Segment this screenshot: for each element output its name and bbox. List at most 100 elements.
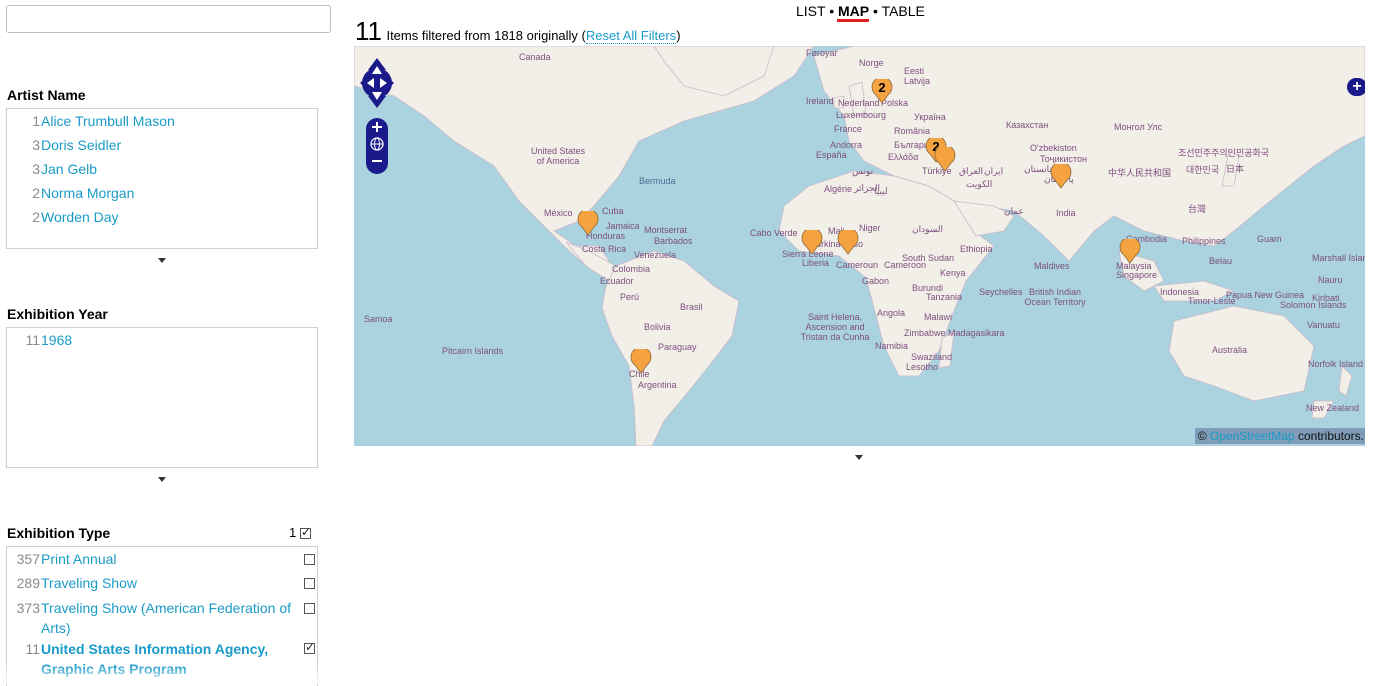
map-place-label: Montserrat (644, 225, 688, 235)
facet-item-label[interactable]: 1968 (41, 328, 72, 352)
map-place-label: Costa Rica (582, 244, 627, 254)
map-place-label: Brasil (680, 302, 703, 312)
map-place-label: Казахстан (1006, 120, 1049, 130)
expand-map-icon[interactable] (855, 455, 863, 460)
layer-switcher-plus-icon[interactable]: + (1347, 78, 1365, 96)
map-place-label: السودان (912, 224, 944, 234)
openstreetmap-link[interactable]: OpenStreetMap (1210, 429, 1295, 443)
map-place-label: Canada (519, 52, 551, 62)
map-place-label: عمان (1004, 206, 1024, 216)
expand-year-icon[interactable] (158, 477, 166, 482)
search-input[interactable] (6, 5, 331, 33)
map-place-label: Nauru (1318, 275, 1343, 285)
facet-item-label[interactable]: Jan Gelb (41, 157, 97, 181)
attribution-suffix: contributors. (1297, 429, 1364, 443)
map-place-label: Tanzania (926, 292, 963, 302)
map-marker[interactable] (800, 230, 823, 255)
map-place-label: العراق (959, 166, 984, 176)
facet-item-count: 3 (32, 161, 40, 177)
facet-item-type-selected[interactable]: 11 United States Information Agency, Graph… (7, 639, 317, 683)
map-marker[interactable] (1049, 164, 1072, 189)
map-marker[interactable] (629, 349, 652, 374)
map-place-label: Norfolk Island (1308, 359, 1364, 369)
facet-item-checkbox[interactable] (304, 578, 315, 589)
map-place-label: O'zbekiston (1030, 143, 1077, 153)
expand-artist-icon[interactable] (158, 258, 166, 263)
map-place-label: Singapore (1116, 270, 1158, 280)
facet-item-artist[interactable]: 3 Doris Seidler (7, 133, 317, 157)
attribution-prefix: © (1197, 429, 1207, 443)
map-place-label: Madagasikara (948, 328, 1005, 338)
facet-item-type[interactable]: 289 Traveling Show (7, 571, 317, 595)
map-zoom-control (366, 118, 388, 174)
facet-item-checkbox[interactable] (304, 639, 315, 655)
map-place-label: Jamaica (606, 221, 640, 231)
map-marker[interactable] (576, 211, 599, 236)
facet-item-type[interactable]: 357 Print Annual (7, 547, 317, 571)
reset-filters-link[interactable]: Reset All Filters (585, 28, 677, 44)
facet-item-checkbox[interactable] (304, 603, 315, 614)
facet-type-list[interactable]: 357 Print Annual 289 Traveling Show 373 Tra… (6, 546, 318, 686)
facet-item-artist[interactable]: 3 Jan Gelb (7, 157, 317, 181)
facet-item-artist[interactable]: 2 Worden Day (7, 205, 317, 229)
map-marker[interactable] (1118, 239, 1141, 264)
facet-item-artist[interactable]: 1 Alice Trumbull Mason (7, 109, 317, 133)
facet-year-list[interactable]: 11 1968 (6, 327, 318, 468)
map-place-label: Venezuela (634, 250, 677, 260)
map-pan-control[interactable] (358, 56, 396, 110)
map-place-label: Saint Helena, Ascension and Tristan da C… (800, 312, 870, 342)
map-cluster-marker[interactable]: 2 (870, 79, 893, 104)
facet-item-type[interactable]: 373 Traveling Show (American Federation o… (7, 595, 317, 639)
globe-icon[interactable] (370, 137, 384, 151)
facet-item-label[interactable]: Traveling Show (41, 571, 137, 595)
facet-item-artist[interactable]: 2 Norma Morgan (7, 181, 317, 205)
facet-item-label[interactable]: Doris Seidler (41, 133, 121, 157)
facet-item-checkbox[interactable] (304, 554, 315, 565)
facet-title-year: Exhibition Year (7, 306, 108, 322)
view-list-link[interactable]: LIST (796, 3, 825, 19)
map-place-label: Bermuda (639, 176, 676, 186)
facet-item-label[interactable]: Worden Day (41, 205, 119, 229)
facet-item-year[interactable]: 11 1968 (7, 328, 317, 352)
map-place-label: Norge (859, 58, 884, 68)
zoom-in-icon[interactable] (372, 122, 382, 132)
map-place-label: Barbados (654, 236, 693, 246)
view-separator: • (829, 3, 835, 19)
facet-item-count: 289 (16, 575, 40, 591)
view-map-link[interactable]: MAP (838, 3, 869, 19)
facet-artist-list[interactable]: 1 Alice Trumbull Mason 3 Doris Seidler 3 Ja… (6, 108, 318, 249)
map-place-label: ليبيا (874, 186, 888, 196)
map-place-label: Swaziland (911, 352, 953, 362)
world-map[interactable]: Canada Føroyar Norge Eesti Latvija Ireland Ned… (354, 46, 1365, 446)
results-count: 11 (355, 16, 382, 46)
map-place-label: South Sudan (902, 253, 955, 263)
map-place-label: Zimbabwe (904, 328, 946, 338)
map-place-label: Samoa (364, 314, 393, 324)
map-place-label: Luxembourg (836, 110, 887, 120)
map-place-label: Niger (859, 223, 881, 233)
facet-item-label[interactable]: United States Information Agency, Graphic… (41, 639, 296, 679)
zoom-out-icon[interactable] (372, 160, 382, 162)
facet-item-label[interactable]: Print Annual (41, 547, 117, 571)
facet-item-label-line1: United States Information Agency, (41, 641, 269, 657)
map-place-label: Ethiopia (960, 244, 993, 254)
map-place-label: Монгол Улс (1114, 122, 1163, 132)
map-marker[interactable] (836, 230, 859, 255)
facet-item-label[interactable]: Norma Morgan (41, 181, 134, 205)
facet-title-type: Exhibition Type (7, 525, 111, 541)
map-place-label: Тоҷикистон (1040, 154, 1087, 164)
view-table-link[interactable]: TABLE (882, 3, 925, 19)
map-place-label: Україна (914, 112, 946, 122)
facet-item-label[interactable]: Alice Trumbull Mason (41, 109, 175, 133)
facet-type-select-all-checkbox[interactable] (300, 524, 311, 540)
map-place-label: Colombia (612, 264, 651, 274)
cluster-count: 2 (878, 80, 886, 95)
facet-item-count: 2 (32, 185, 40, 201)
map-place-label: Papua New Guinea (1226, 290, 1305, 300)
map-place-label: România (894, 126, 931, 136)
results-summary: 11 Items filtered from 1818 originally (… (355, 16, 681, 47)
facet-item-label[interactable]: Traveling Show (American Federation of Ar… (41, 598, 296, 638)
facet-item-label-line1: Traveling Show (American Federation of (41, 600, 292, 616)
facet-item-label-line2: Graphic Arts Program (41, 661, 187, 677)
map-marker[interactable] (933, 147, 956, 172)
